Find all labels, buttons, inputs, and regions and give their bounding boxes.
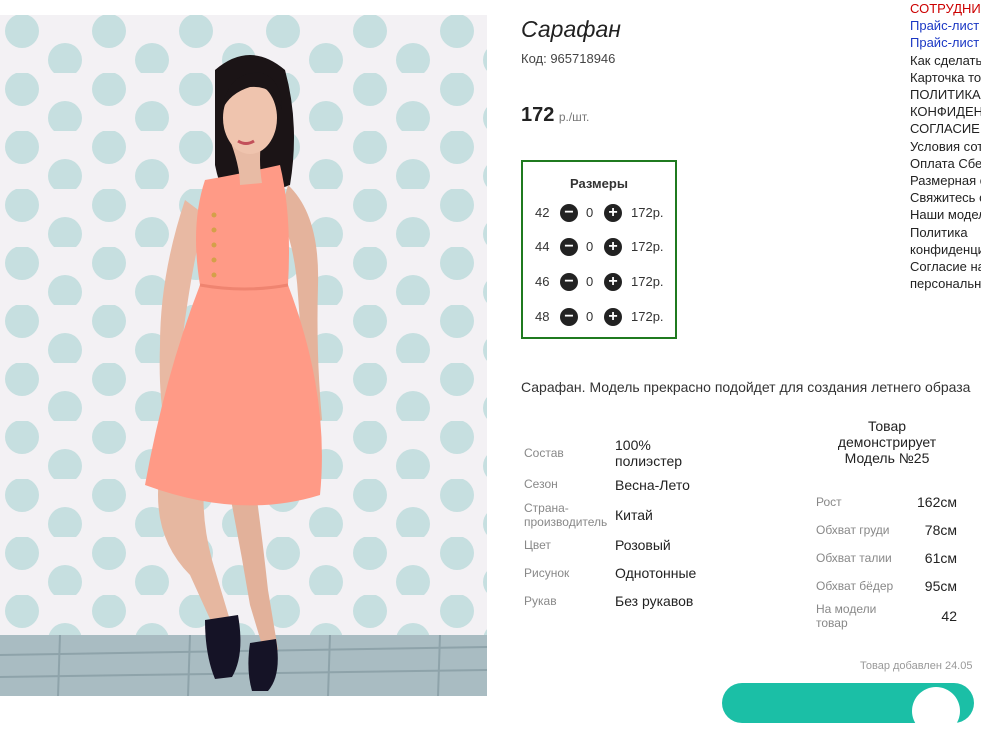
increase-quantity-button[interactable]: + [604,308,622,326]
attr-value: Розовый [615,537,671,553]
size-price: 172р. [631,239,664,254]
decrease-quantity-button[interactable]: − [560,273,578,291]
side-link[interactable]: Карточка товара [910,69,981,86]
add-to-cart-button[interactable] [722,683,974,735]
measure-label: Обхват груди [816,523,890,537]
side-link[interactable]: КОНФИДЕНЦИАЛЬНОСТИ [910,103,981,120]
decrease-quantity-button[interactable]: − [560,308,578,326]
measure-value: 42 [941,608,957,624]
size-label: 44 [535,239,550,254]
attr-label: Рисунок [524,566,570,580]
side-link[interactable]: Условия сотрудничества [910,138,981,155]
increase-quantity-button[interactable]: + [604,238,622,256]
increase-quantity-button[interactable]: + [604,273,622,291]
side-link[interactable]: Размерная сетка [910,172,981,189]
cart-button-circle [912,687,960,735]
price-value: 172 [521,104,555,126]
attr-label: Рукав [524,594,557,608]
side-link[interactable]: Политика [910,224,981,241]
quantity-value: 0 [586,309,594,324]
decrease-quantity-button[interactable]: − [560,238,578,256]
attr-label: Состав [524,446,564,460]
product-title: Сарафан [521,16,621,42]
size-label: 48 [535,309,550,324]
side-link[interactable]: Прайс-лист [910,17,981,34]
product-description: Сарафан. Модель прекрасно подойдет для с… [521,379,971,395]
size-price: 172р. [631,274,664,289]
side-link[interactable]: конфиденциальности [910,241,981,258]
side-link[interactable]: СОГЛАСИЕ [910,120,981,137]
side-link[interactable]: Согласие на обработку [910,258,981,275]
measure-label: Обхват талии [816,551,892,565]
side-link[interactable]: Прайс-лист [910,34,981,51]
attr-value: 100% полиэстер [615,437,683,469]
attr-value: Весна-Лето [615,477,690,493]
increase-quantity-button[interactable]: + [604,204,622,222]
side-link[interactable]: Оплата Сбербанк [910,155,981,172]
attr-value: Китай [615,507,653,523]
measure-value: 95см [924,578,957,594]
measure-label: Рост [816,495,842,509]
quantity-value: 0 [586,205,594,220]
product-photo[interactable] [0,15,487,696]
model-heading: Товар демонстрирует Модель №25 [837,418,937,466]
measure-label: На модели товар [816,602,877,630]
side-link[interactable]: Наши модели [910,206,981,223]
measure-value: 61см [924,550,957,566]
sizes-panel: Размеры 42 − 0 + 172р. 44 − 0 + 172р. 46… [521,160,677,339]
size-label: 46 [535,274,550,289]
size-label: 42 [535,205,550,220]
attr-label: Цвет [524,538,551,552]
attr-label: Сезон [524,477,558,491]
attr-value: Без рукавов [615,593,694,609]
product-code: Код: 965718946 [521,51,616,66]
sizes-title: Размеры [570,176,628,191]
side-link[interactable]: ПОЛИТИКА [910,86,981,103]
size-price: 172р. [631,309,664,324]
measure-label: Обхват бёдер [816,579,894,593]
attr-value: Однотонные [615,565,697,581]
side-link[interactable]: персональных данных [910,275,981,292]
attr-label: Страна-производитель [524,501,608,529]
side-links: СОТРУДНИЧЕСТВО Прайс-лист Прайс-лист Как… [910,0,981,292]
measure-value: 162см [917,494,957,510]
price-unit: р./шт. [558,110,590,124]
quantity-value: 0 [586,239,594,254]
product-price: 172 р./шт. [521,104,589,127]
side-link[interactable]: СОТРУДНИЧЕСТВО [910,0,981,17]
quantity-value: 0 [586,274,594,289]
decrease-quantity-button[interactable]: − [560,204,578,222]
side-link[interactable]: Как сделать заказ [910,52,981,69]
size-price: 172р. [631,205,664,220]
measure-value: 78см [924,522,957,538]
added-date: Товар добавлен 24.05 [860,660,973,672]
side-link[interactable]: Свяжитесь с нами [910,189,981,206]
